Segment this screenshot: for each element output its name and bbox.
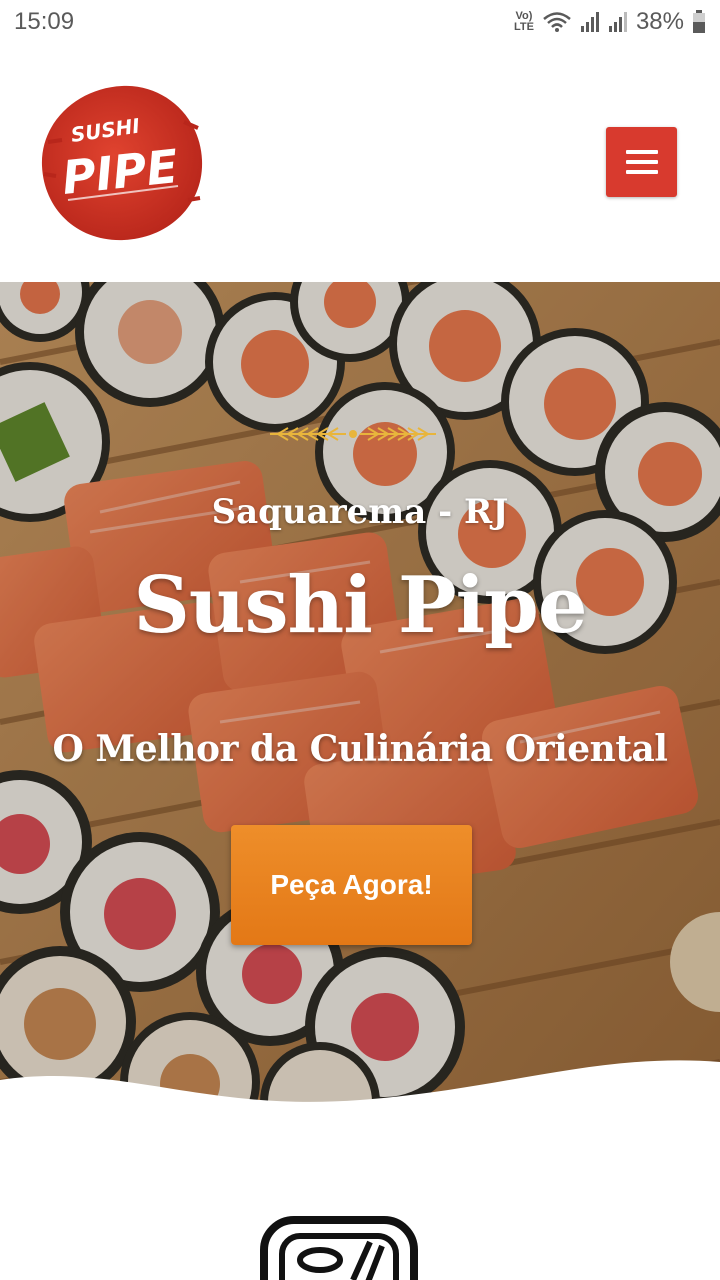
hamburger-icon: [625, 150, 658, 174]
volte-icon: Vo) LTE: [514, 11, 534, 33]
hero-section: Saquarema - RJ Sushi Pipe O Melhor da Cu…: [0, 282, 720, 1112]
hero-wave-divider: [0, 1060, 720, 1112]
site-header: SUSHI PIPE: [0, 44, 720, 282]
status-icons: Vo) LTE 38%: [514, 8, 706, 36]
battery-icon: [692, 10, 706, 34]
menu-button[interactable]: [606, 127, 677, 197]
sushi-bowl-icon: [260, 1216, 418, 1280]
wheat-ornament-icon: [270, 427, 436, 441]
hero-overlay: [0, 282, 720, 1112]
status-bar: 15:09 Vo) LTE 38%: [0, 0, 720, 44]
order-now-button[interactable]: Peça Agora!: [231, 825, 472, 945]
wifi-icon: [542, 11, 572, 33]
signal-icon-2: [608, 11, 628, 33]
hero-subtitle: O Melhor da Culinária Oriental: [52, 728, 668, 770]
hero-location: Saquarema - RJ: [211, 492, 509, 532]
signal-icon-1: [580, 11, 600, 33]
battery-percent: 38%: [635, 8, 684, 35]
hero-title: Sushi Pipe: [133, 560, 588, 651]
volte-bottom-text: LTE: [513, 21, 534, 33]
site-logo[interactable]: SUSHI PIPE: [38, 82, 204, 242]
status-time: 15:09: [14, 8, 75, 35]
